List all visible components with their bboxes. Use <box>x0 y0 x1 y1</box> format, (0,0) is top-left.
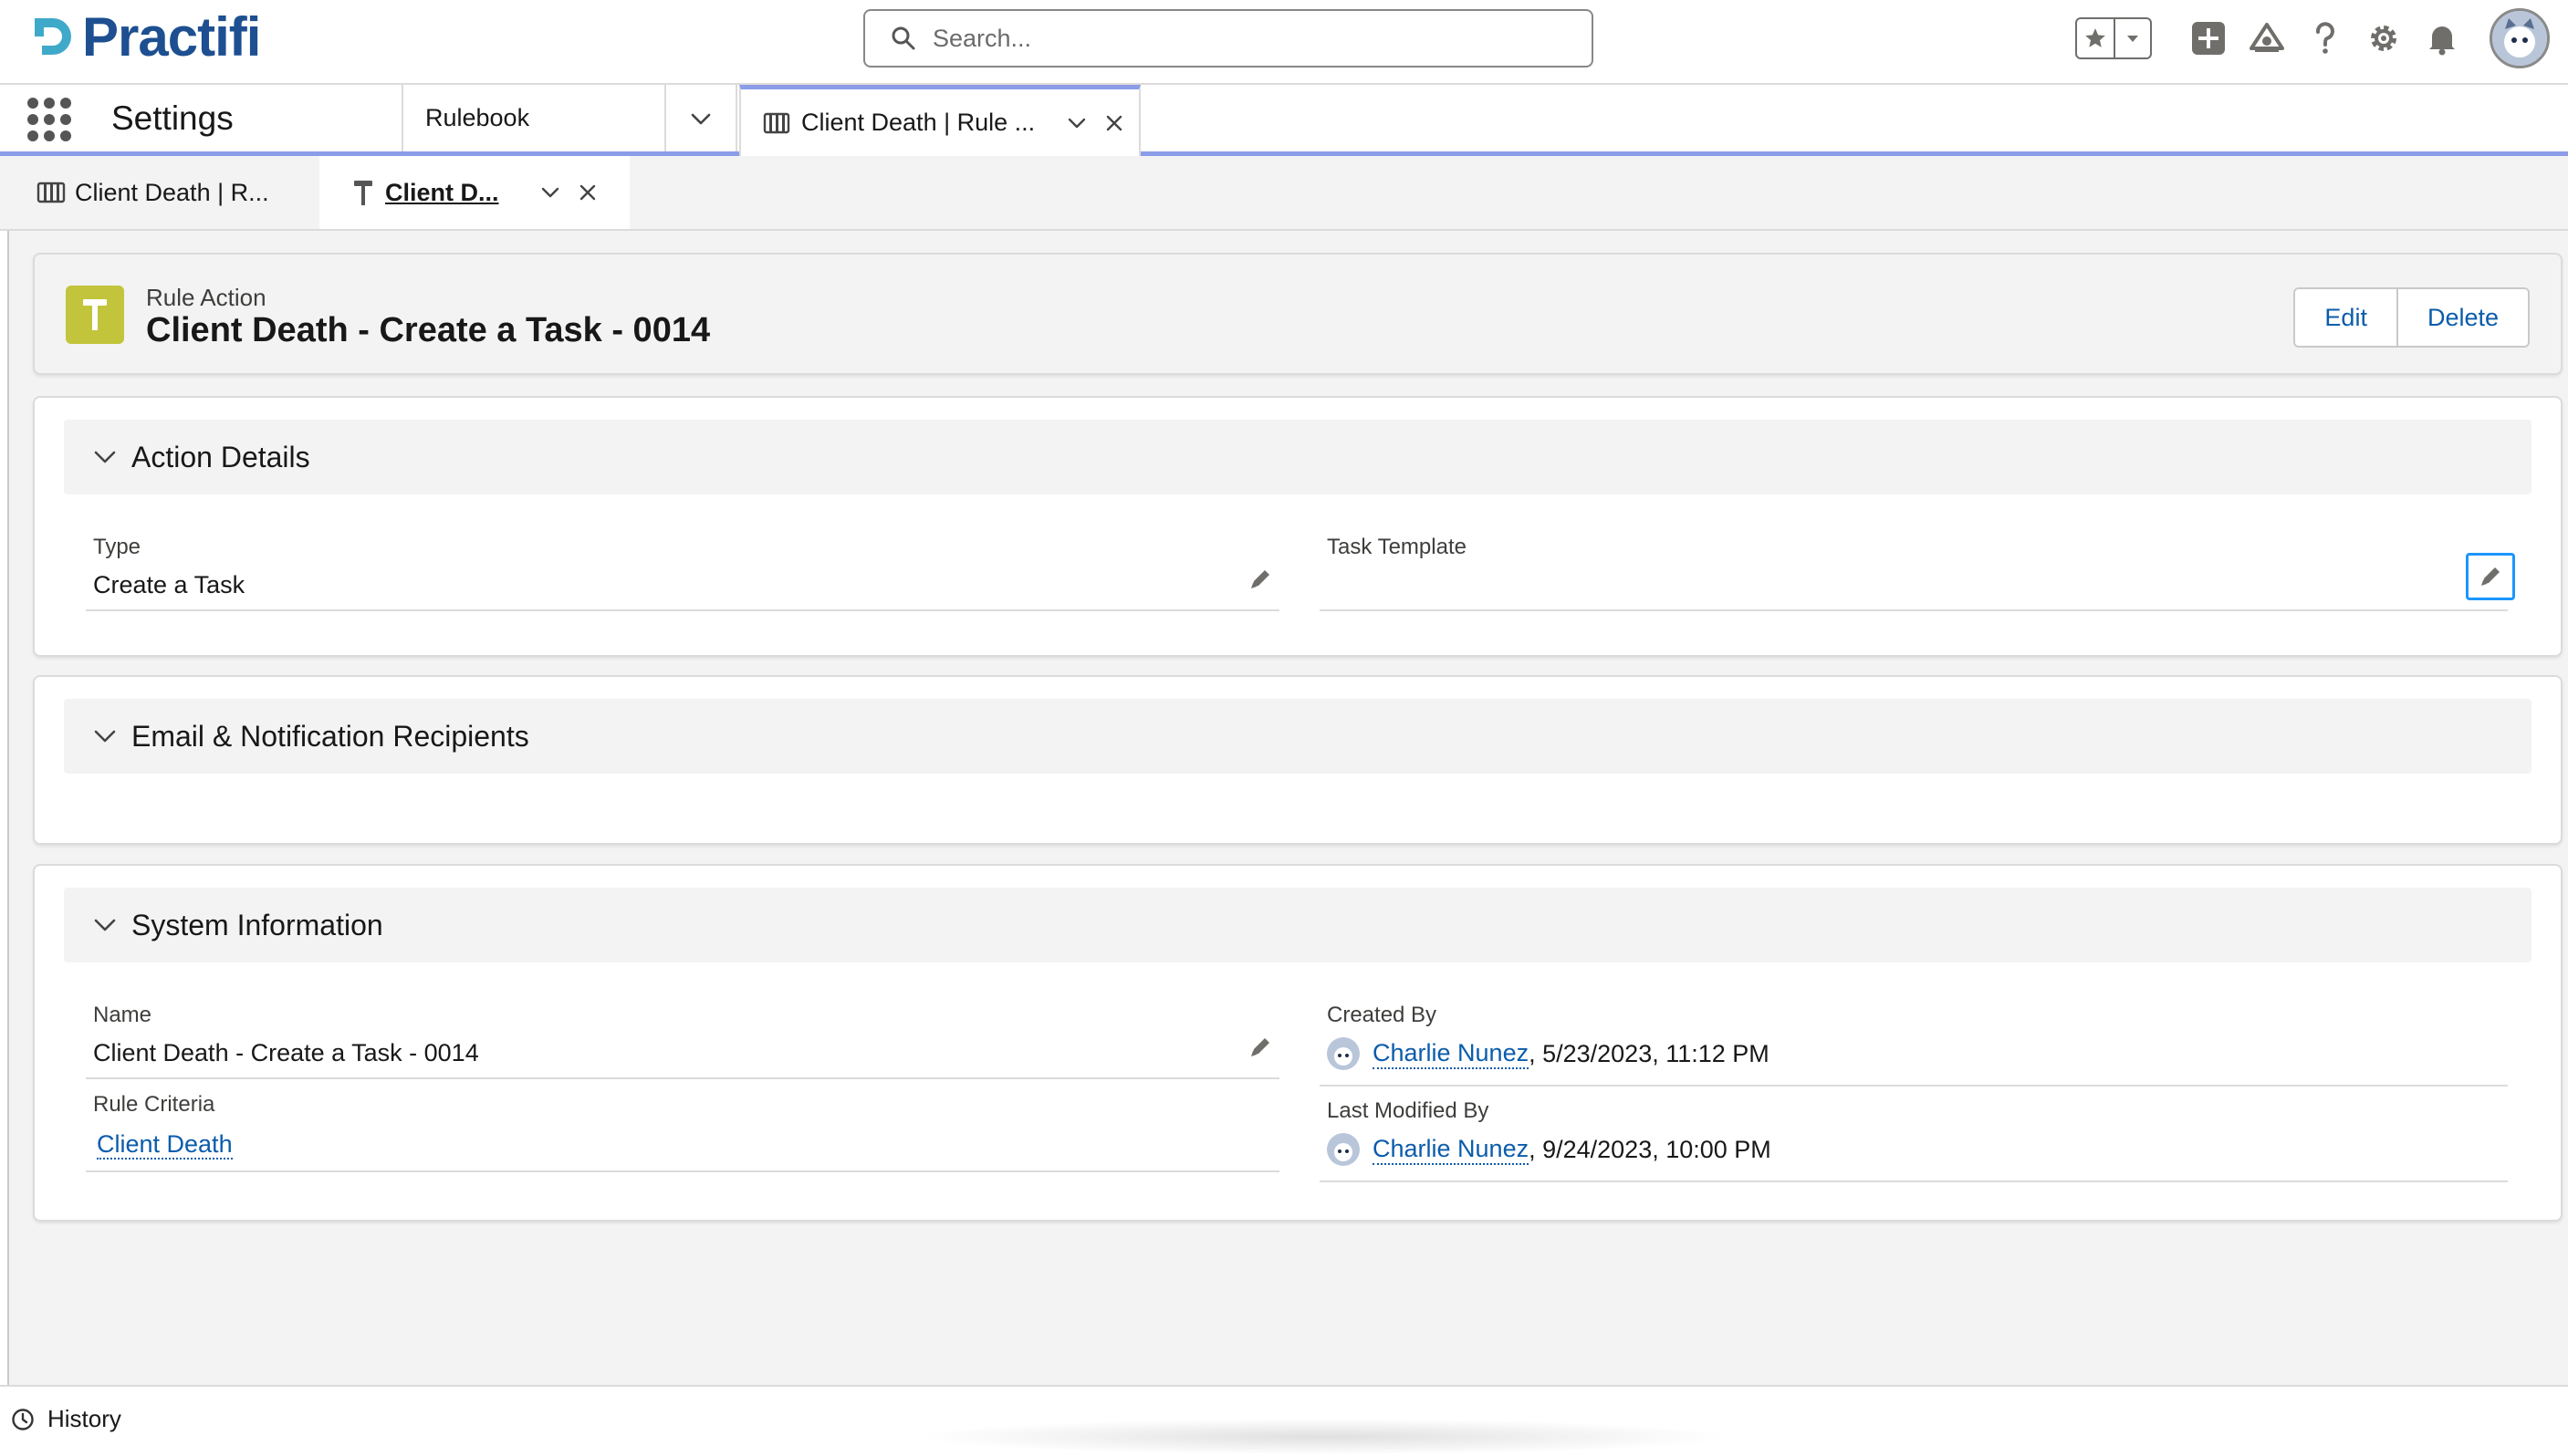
field-divider <box>86 609 1279 611</box>
edit-pencil-icon <box>2481 567 2500 586</box>
brand-name: Practifi <box>82 6 261 68</box>
subtab-bar: Client Death | R... Client D... <box>0 156 2568 231</box>
app-name: Settings <box>111 99 234 137</box>
field-task-template: Task Template <box>1320 535 2515 611</box>
section-title: Action Details <box>131 440 310 473</box>
add-icon[interactable] <box>2179 9 2238 68</box>
user-avatar[interactable] <box>2490 8 2550 68</box>
user-avatar-icon <box>1327 1133 1360 1166</box>
edit-pencil-icon[interactable] <box>1247 566 1274 593</box>
history-clock-icon <box>12 1408 34 1430</box>
subtab-client-death-rule[interactable]: Client Death | R... <box>37 156 310 229</box>
practifi-logo[interactable]: Practifi <box>29 6 261 68</box>
app-launcher-icon[interactable] <box>27 98 71 141</box>
created-by-value: Charlie Nunez , 5/23/2023, 11:12 PM <box>1327 1037 2508 1070</box>
close-icon[interactable] <box>1104 113 1124 133</box>
subtab-label: Client D... <box>385 178 499 206</box>
rulebook-icon <box>37 182 66 203</box>
trailhead-icon[interactable] <box>2238 9 2296 68</box>
field-label: Rule Criteria <box>93 1092 215 1117</box>
section-title: System Information <box>131 908 383 941</box>
record-object-type: Rule Action <box>146 284 266 311</box>
chevron-down-icon <box>94 730 116 743</box>
close-icon[interactable] <box>578 182 598 203</box>
help-icon[interactable] <box>2296 9 2354 68</box>
field-created-by: Created By Charlie Nunez , 5/23/2023, 11… <box>1320 1003 2508 1087</box>
edit-button[interactable]: Edit <box>2295 289 2396 346</box>
section-header-system-information[interactable]: System Information <box>64 888 2531 962</box>
record-page-content: Rule Action Client Death - Create a Task… <box>7 231 2568 1385</box>
edit-task-template-button[interactable] <box>2466 553 2515 600</box>
section-system-information: System Information Name Client Death - C… <box>33 864 2563 1222</box>
header-utility-icons <box>2075 8 2550 68</box>
rulebook-icon <box>763 112 790 133</box>
created-by-user-link[interactable]: Charlie Nunez <box>1373 1039 1529 1069</box>
field-value: Create a Task <box>93 571 245 598</box>
nav-item-rulebook-menu[interactable] <box>664 85 737 151</box>
field-divider <box>86 1077 1279 1079</box>
section-header-recipients[interactable]: Email & Notification Recipients <box>64 699 2531 774</box>
user-avatar-icon <box>1327 1037 1360 1070</box>
hammer-icon <box>354 181 372 205</box>
section-header-action-details[interactable]: Action Details <box>64 420 2531 494</box>
chevron-down-icon <box>691 113 711 124</box>
field-divider <box>1320 1180 2508 1182</box>
edit-pencil-icon[interactable] <box>1247 1034 1274 1061</box>
notifications-bell-icon[interactable] <box>2413 9 2471 68</box>
field-divider <box>1320 609 2508 611</box>
field-label: Last Modified By <box>1327 1098 1489 1123</box>
nav-tab-label: Client Death | Rule ... <box>801 109 1036 136</box>
nav-tab-client-death-rule[interactable]: Client Death | Rule ... <box>739 85 1141 156</box>
modified-by-date: , 9/24/2023, 10:00 PM <box>1529 1135 1771 1163</box>
global-header: Practifi <box>0 0 2568 85</box>
chevron-down-icon <box>94 451 116 463</box>
history-utility-button[interactable]: History <box>11 1405 121 1433</box>
field-value: Client Death - Create a Task - 0014 <box>93 1039 479 1066</box>
record-title: Client Death - Create a Task - 0014 <box>146 311 711 349</box>
field-name: Name Client Death - Create a Task - 0014 <box>86 1003 1279 1079</box>
section-title: Email & Notification Recipients <box>131 719 529 753</box>
search-input[interactable] <box>933 24 1553 53</box>
field-label: Task Template <box>1327 535 1467 559</box>
record-action-buttons: Edit Delete <box>2293 287 2530 348</box>
search-icon <box>892 26 915 50</box>
field-type: Type Create a Task <box>86 535 1279 611</box>
footer-shadow <box>913 1419 1734 1455</box>
setup-gear-icon[interactable] <box>2354 9 2413 68</box>
history-label: History <box>47 1405 121 1432</box>
nav-item-rulebook[interactable]: Rulebook <box>402 85 664 151</box>
section-action-details: Action Details Type Create a Task Task T… <box>33 396 2563 657</box>
modified-by-value: Charlie Nunez , 9/24/2023, 10:00 PM <box>1327 1133 2508 1166</box>
field-label: Name <box>93 1003 152 1027</box>
rule-action-record-icon <box>66 286 124 344</box>
app-navigation-bar: Settings Rulebook Client Death | Rule ..… <box>0 85 2568 156</box>
chevron-down-icon[interactable] <box>1066 112 1088 134</box>
field-rule-criteria: Rule Criteria Client Death <box>86 1092 1279 1172</box>
chevron-down-icon[interactable] <box>539 182 561 203</box>
field-divider <box>1320 1085 2508 1087</box>
subtab-label: Client Death | R... <box>75 178 269 206</box>
favorites-button-group[interactable] <box>2075 17 2152 59</box>
rule-criteria-link[interactable]: Client Death <box>97 1130 233 1160</box>
created-by-date: , 5/23/2023, 11:12 PM <box>1529 1039 1769 1067</box>
chevron-down-icon <box>94 919 116 931</box>
section-email-notification-recipients: Email & Notification Recipients <box>33 675 2563 845</box>
practifi-logo-icon <box>35 18 71 55</box>
field-divider <box>86 1170 1279 1172</box>
favorites-star-icon[interactable] <box>2077 19 2115 57</box>
favorites-caret-icon[interactable] <box>2115 19 2150 57</box>
field-label: Type <box>93 535 141 559</box>
field-last-modified-by: Last Modified By Charlie Nunez , 9/24/20… <box>1320 1098 2508 1182</box>
subtab-rule-action[interactable]: Client D... <box>319 156 630 229</box>
record-highlights-panel: Rule Action Client Death - Create a Task… <box>33 253 2563 375</box>
field-value: Client Death <box>93 1130 1279 1160</box>
global-search[interactable] <box>863 9 1593 68</box>
delete-button[interactable]: Delete <box>2396 289 2528 346</box>
nav-item-label: Rulebook <box>425 104 530 131</box>
field-label: Created By <box>1327 1003 1437 1027</box>
modified-by-user-link[interactable]: Charlie Nunez <box>1373 1135 1529 1165</box>
